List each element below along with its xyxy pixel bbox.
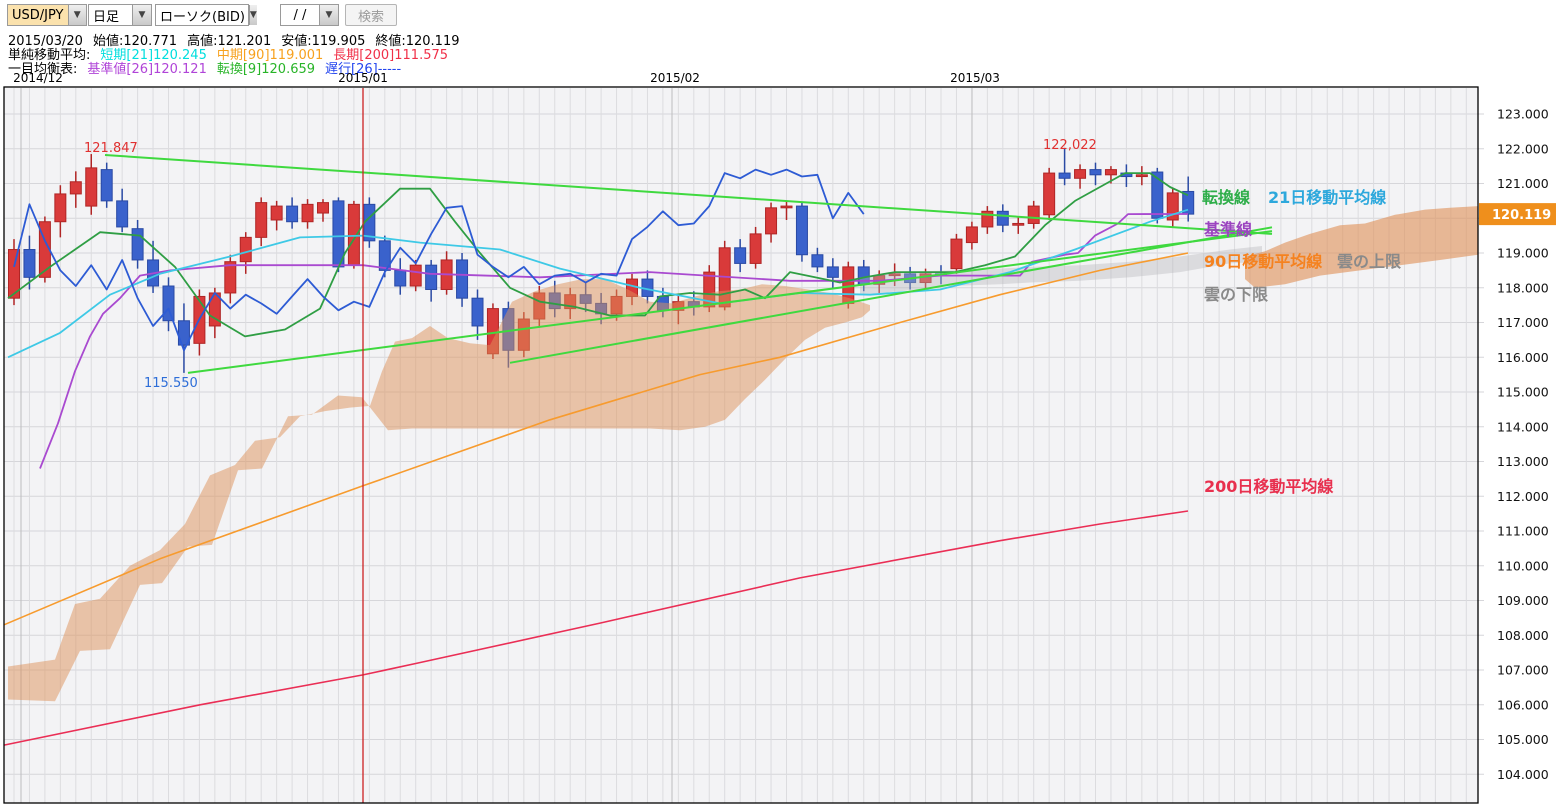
legend-sma21: 21日移動平均線 (1268, 188, 1386, 207)
low-label-dec: 115.550 (144, 376, 198, 391)
candle-down (286, 205, 299, 223)
candle-up (1043, 172, 1056, 216)
candle-up (965, 226, 978, 244)
legend-tenkan: 転換線 (1202, 188, 1250, 207)
candle-up (409, 264, 422, 287)
date-value: / / (293, 8, 307, 23)
candle-down (23, 249, 36, 278)
candle-up (347, 203, 360, 266)
pair-value: USD/JPY (8, 5, 68, 25)
y-axis-label: 123.000 (1497, 107, 1549, 122)
timeframe-select[interactable]: 日足 ▼ (88, 4, 152, 26)
date-select[interactable]: / / ▼ (280, 4, 339, 26)
y-axis-label: 121.000 (1497, 176, 1549, 191)
legend-sma200: 200日移動平均線 (1204, 477, 1333, 496)
y-axis-label: 117.000 (1497, 315, 1549, 330)
ichimoku-value: 転換[9]120.659 (216, 62, 316, 77)
candle-up (1135, 174, 1148, 178)
candle-up (780, 205, 793, 209)
candle-down (131, 228, 144, 261)
search-button[interactable]: 検索 (345, 4, 398, 26)
chevron-down-icon[interactable]: ▼ (248, 5, 257, 25)
candle-down (734, 247, 747, 264)
candle-up (317, 202, 329, 214)
toolbar: USD/JPY ▼ 日足 ▼ ローソク(BID) ▼ / / ▼ 検索 (0, 0, 1556, 28)
x-axis-month-label: 2015/02 (650, 71, 700, 85)
candle-down (425, 264, 438, 290)
candlestick-chart[interactable]: 104.000 105.000 106.000 107.000 108.000 109.0… (0, 86, 1556, 805)
candle-down (826, 266, 839, 278)
candle-down (1089, 169, 1102, 176)
y-axis-label: 108.000 (1497, 628, 1549, 643)
candle-up (1027, 205, 1040, 224)
timeframe-value: 日足 (93, 10, 120, 25)
candle-up (1104, 169, 1117, 176)
trading-chart-app: { "toolbar": { "pair": "USD/JPY", "timef… (0, 0, 1556, 805)
chevron-down-icon[interactable]: ▼ (319, 5, 338, 25)
candle-down (996, 210, 1009, 226)
y-axis-label: 110.000 (1497, 558, 1549, 573)
current-price-tag-label: 120.119 (1492, 208, 1551, 223)
candle-up (749, 233, 762, 264)
candle-up (765, 207, 778, 235)
y-axis-label: 112.000 (1497, 489, 1549, 504)
candle-up (54, 193, 67, 223)
candle-up (1074, 169, 1087, 179)
x-axis-month-label: 2015/01 (338, 71, 388, 85)
candle-down (456, 259, 469, 299)
legend-cloud-top: 雲の上限 (1337, 252, 1402, 271)
candle-up (1012, 222, 1025, 226)
candle-down (100, 169, 113, 202)
y-axis-label: 105.000 (1497, 732, 1549, 747)
high-label-dec: 121.847 (84, 141, 138, 156)
ichimoku-value: 基準値[26]120.121 (87, 62, 207, 77)
y-axis-label: 111.000 (1497, 524, 1549, 539)
legend-kijun: 基準線 (1203, 220, 1252, 239)
x-axis-month-label: 2014/12 (13, 71, 63, 85)
candle-up (85, 167, 98, 207)
y-axis-label: 109.000 (1497, 593, 1549, 608)
y-axis-label: 106.000 (1497, 697, 1549, 712)
y-axis-label: 113.000 (1497, 454, 1549, 469)
candle-up (239, 236, 252, 263)
candle-up (301, 203, 314, 223)
y-axis-label: 116.000 (1497, 350, 1549, 365)
y-axis-label: 104.000 (1497, 767, 1549, 782)
pair-select[interactable]: USD/JPY ▼ (7, 4, 87, 26)
y-axis-label: 118.000 (1497, 280, 1549, 295)
candle-down (116, 200, 129, 228)
y-axis-label: 122.000 (1497, 141, 1549, 156)
candle-up (69, 181, 82, 195)
high-label-mar: 122,022 (1043, 138, 1097, 153)
chart-type-value: ローソク(BID) (160, 10, 245, 25)
candle-down (162, 285, 175, 322)
chevron-down-icon[interactable]: ▼ (67, 5, 86, 25)
candle-up (950, 238, 963, 270)
candle-down (795, 205, 808, 256)
y-axis-label: 107.000 (1497, 663, 1549, 678)
candle-up (255, 202, 268, 238)
legend-cloud-bottom: 雲の下限 (1204, 285, 1269, 304)
y-axis-label: 114.000 (1497, 419, 1549, 434)
chevron-down-icon[interactable]: ▼ (132, 5, 151, 25)
candle-down (811, 254, 824, 268)
y-axis-label: 119.000 (1497, 246, 1549, 261)
candle-up (270, 205, 283, 221)
y-axis-label: 115.000 (1497, 385, 1549, 400)
candle-down (394, 269, 407, 287)
x-axis-month-label: 2015/03 (950, 71, 1000, 85)
plot-background (4, 88, 1478, 803)
candle-down (471, 297, 484, 327)
candle-down (1058, 172, 1071, 179)
chart-type-select[interactable]: ローソク(BID) ▼ (155, 4, 257, 26)
legend-sma90: 90日移動平均線 (1204, 252, 1322, 271)
